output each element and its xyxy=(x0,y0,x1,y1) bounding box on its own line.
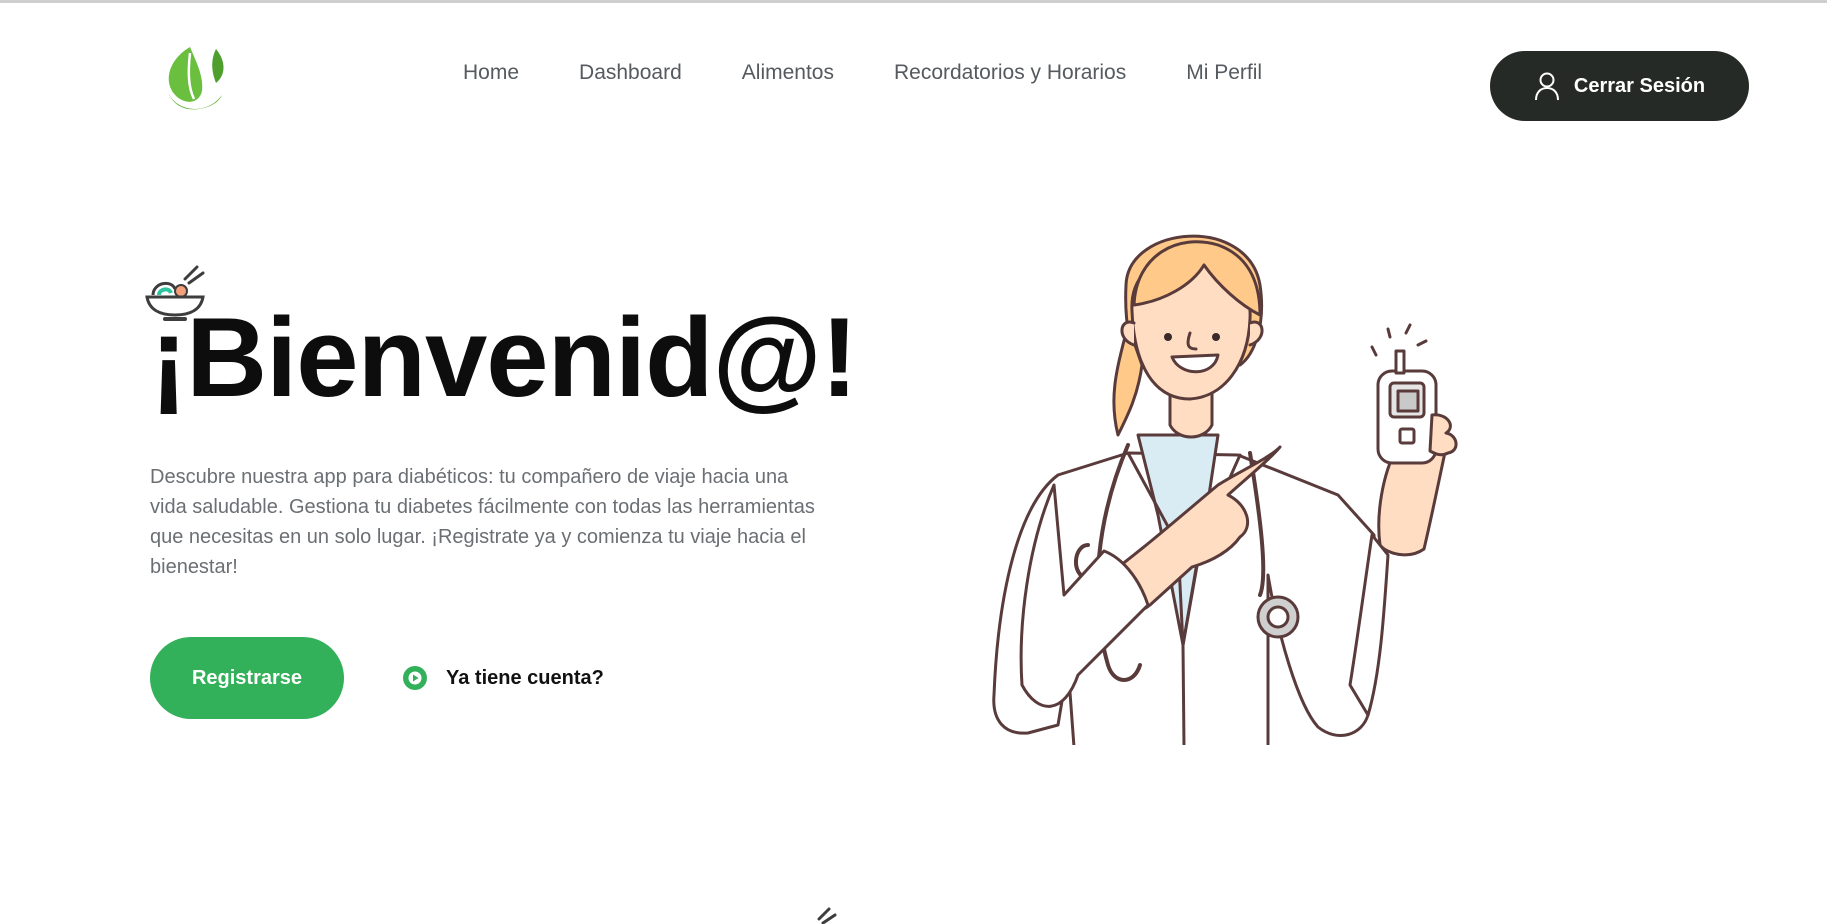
login-label: Ya tiene cuenta? xyxy=(446,666,604,689)
register-button[interactable]: Registrarse xyxy=(150,637,344,719)
main-nav: Home Dashboard Alimentos Recordatorios y… xyxy=(463,61,1262,85)
user-icon xyxy=(1534,72,1559,101)
play-circle-icon xyxy=(403,666,427,690)
food-bowl-icon xyxy=(817,907,837,924)
login-link[interactable]: Ya tiene cuenta? xyxy=(402,665,604,691)
nav-item-alimentos[interactable]: Alimentos xyxy=(742,61,834,85)
register-label: Registrarse xyxy=(191,666,303,689)
nav-item-recordatorios[interactable]: Recordatorios y Horarios xyxy=(894,61,1126,85)
page: Home Dashboard Alimentos Recordatorios y… xyxy=(0,0,1827,924)
logout-label: Cerrar Sesión xyxy=(1573,74,1706,97)
leaf-logo-icon[interactable] xyxy=(160,43,230,115)
doctor-with-glucometer-illustration xyxy=(992,234,1458,745)
hero-description: Descubre nuestra app para diabéticos: tu… xyxy=(150,466,815,578)
logout-button[interactable]: Cerrar Sesión xyxy=(1490,51,1749,121)
nav-item-home[interactable]: Home xyxy=(463,61,519,85)
hero-title: ¡Bienvenid@! xyxy=(150,295,858,420)
nav-item-mi-perfil[interactable]: Mi Perfil xyxy=(1186,61,1262,85)
nav-item-dashboard[interactable]: Dashboard xyxy=(579,61,682,85)
